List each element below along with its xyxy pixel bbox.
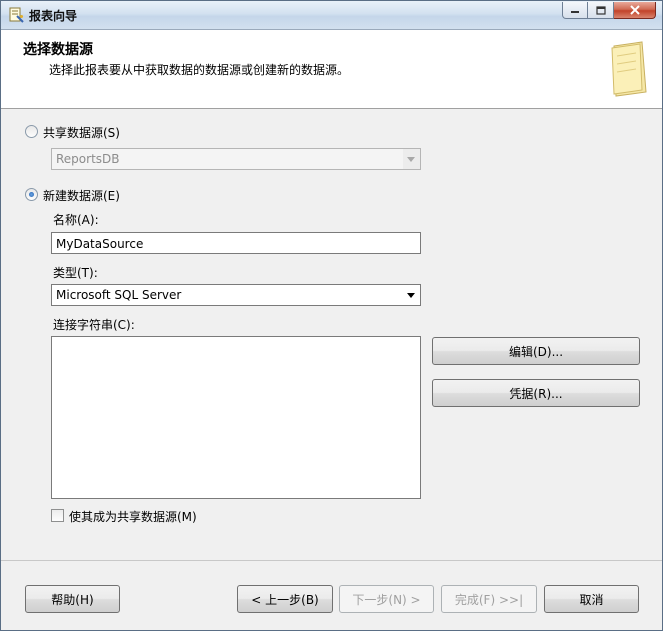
- back-button[interactable]: < 上一步(B): [237, 585, 333, 613]
- page-title: 选择数据源: [23, 42, 93, 58]
- cancel-button[interactable]: 取消: [544, 585, 639, 613]
- shared-source-radio[interactable]: [25, 125, 38, 138]
- type-select[interactable]: Microsoft SQL Server: [51, 284, 421, 306]
- name-label: 名称(A):: [53, 213, 99, 227]
- title-bar[interactable]: 报表向导: [1, 1, 662, 30]
- new-source-radio[interactable]: [25, 188, 38, 201]
- type-label: 类型(T):: [53, 266, 98, 280]
- make-shared-checkbox[interactable]: [51, 509, 64, 522]
- chevron-down-icon: [407, 293, 415, 298]
- close-icon: [629, 5, 640, 15]
- connection-string-field[interactable]: [51, 336, 421, 499]
- notepad-icon: [608, 40, 648, 98]
- help-button[interactable]: 帮助(H): [25, 585, 120, 613]
- page-subtitle: 选择此报表要从中获取数据的数据源或创建新的数据源。: [49, 63, 350, 77]
- shared-source-select: ReportsDB: [51, 148, 421, 170]
- chevron-down-icon: [407, 157, 415, 162]
- footer-divider: [1, 560, 662, 561]
- type-select-value: Microsoft SQL Server: [56, 288, 182, 302]
- maximize-icon: [595, 5, 606, 15]
- window-title: 报表向导: [29, 9, 78, 23]
- connection-string-label: 连接字符串(C):: [53, 318, 135, 332]
- wizard-header: 选择数据源 选择此报表要从中获取数据的数据源或创建新的数据源。: [1, 30, 662, 109]
- name-field-value: MyDataSource: [56, 237, 144, 251]
- caption-buttons: [562, 2, 656, 20]
- report-wizard-window: 报表向导 选择数据源 选择此报表要从中获取数据的数据源或创建新的数据源。 共享数…: [0, 0, 663, 631]
- edit-button[interactable]: 编辑(D)...: [432, 337, 640, 365]
- minimize-button[interactable]: [562, 2, 588, 19]
- name-field[interactable]: MyDataSource: [51, 232, 421, 254]
- shared-source-value: ReportsDB: [56, 152, 120, 166]
- finish-button: 完成(F) >>|: [441, 585, 537, 613]
- make-shared-label: 使其成为共享数据源(M): [69, 510, 197, 524]
- close-button[interactable]: [614, 2, 656, 19]
- minimize-icon: [571, 11, 579, 13]
- credentials-button[interactable]: 凭据(R)...: [432, 379, 640, 407]
- new-source-label: 新建数据源(E): [43, 189, 120, 203]
- next-button: 下一步(N) >: [339, 585, 434, 613]
- shared-source-label: 共享数据源(S): [43, 126, 120, 140]
- report-wizard-icon: [8, 7, 24, 23]
- maximize-button[interactable]: [588, 2, 614, 19]
